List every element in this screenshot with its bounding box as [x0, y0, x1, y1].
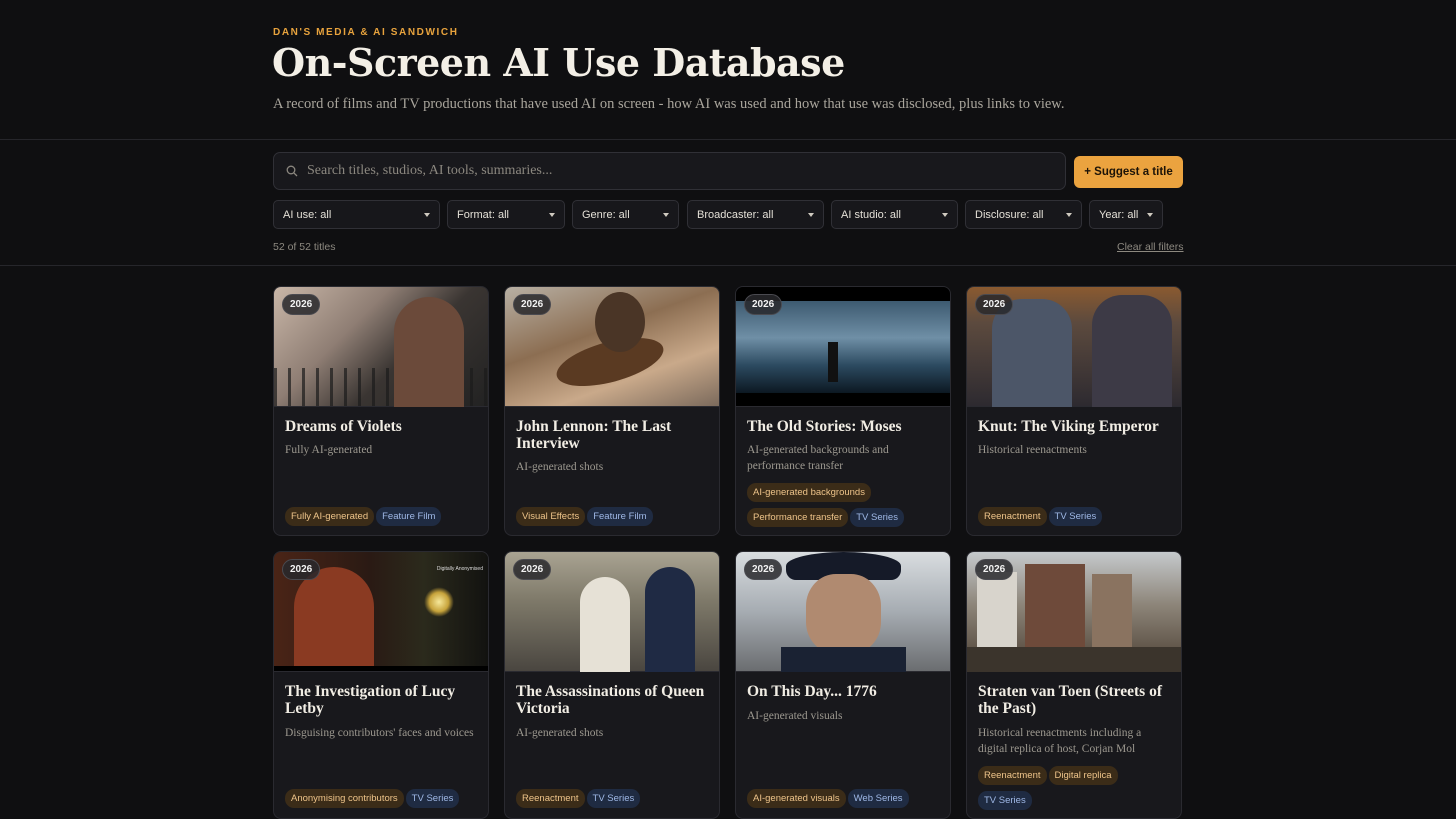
ai-use-tag[interactable]: Reenactment [978, 766, 1047, 785]
thumbnail-image: 2026 [505, 287, 719, 407]
card-title: Straten van Toen (Streets of the Past) [978, 683, 1162, 717]
title-card[interactable]: 2026 The Old Stories: Moses AI-generated… [735, 286, 951, 536]
chevron-down-icon [663, 213, 669, 217]
filter-ai-use[interactable]: AI use: all [273, 200, 440, 229]
search-icon [286, 165, 298, 177]
year-badge: 2026 [282, 294, 321, 315]
filter-genre[interactable]: Genre: all [572, 200, 679, 229]
card-summary: AI-generated shots [516, 727, 604, 739]
card-title: John Lennon: The Last Interview [516, 418, 672, 452]
card-summary: Historical reenactments [978, 444, 1087, 456]
filter-label: AI use: all [283, 208, 332, 221]
card-summary: Disguising contributors' faces and voice… [285, 727, 474, 739]
card-tags: Reenactment Digital replica TV Series [978, 765, 1173, 815]
brand-label: DAN'S MEDIA & AI SANDWICH [273, 27, 459, 38]
ai-use-tag[interactable]: Anonymising contributors [285, 789, 404, 808]
format-tag[interactable]: Web Series [847, 789, 909, 808]
ai-use-tag[interactable]: Reenactment [516, 789, 585, 808]
card-summary: AI-generated shots [516, 461, 604, 473]
divider [0, 265, 1456, 266]
title-card[interactable]: 2026 The Assassinations of Queen Victori… [504, 551, 720, 819]
filter-label: Year: all [1099, 208, 1139, 221]
card-title: The Assassinations of Queen Victoria [516, 683, 705, 717]
ai-use-tag[interactable]: AI-generated visuals [747, 789, 846, 808]
filter-format[interactable]: Format: all [447, 200, 565, 229]
chevron-down-icon [1066, 213, 1072, 217]
chevron-down-icon [1147, 213, 1153, 217]
year-badge: 2026 [975, 294, 1014, 315]
thumbnail-image: 2026 [505, 552, 719, 672]
search-input[interactable] [307, 163, 1027, 179]
filter-label: Format: all [457, 208, 509, 221]
title-card[interactable]: Digitally Anonymised 2026 The Investigat… [273, 551, 489, 819]
thumbnail-image: 2026 [736, 552, 950, 672]
card-summary: Historical reenactments including a digi… [978, 727, 1142, 755]
card-tags: Fully AI-generated Feature Film [285, 506, 480, 531]
card-tags: AI-generated visuals Web Series [747, 788, 942, 813]
divider [0, 139, 1456, 140]
card-tags: Reenactment TV Series [516, 788, 711, 813]
card-summary: AI-generated visuals [747, 710, 843, 722]
format-tag[interactable]: Feature Film [587, 507, 653, 526]
ai-use-tag[interactable]: Visual Effects [516, 507, 586, 526]
ai-use-tag[interactable]: Performance transfer [747, 508, 849, 527]
format-tag[interactable]: Feature Film [376, 507, 442, 526]
filter-disclosure[interactable]: Disclosure: all [965, 200, 1082, 229]
thumbnail-image: 2026 [736, 287, 950, 407]
page-subtitle: A record of films and TV productions tha… [273, 96, 1065, 112]
year-badge: 2026 [975, 559, 1014, 580]
format-tag[interactable]: TV Series [586, 789, 641, 808]
thumbnail-image: Digitally Anonymised 2026 [274, 552, 488, 672]
ai-use-tag[interactable]: AI-generated backgrounds [747, 483, 871, 502]
suggest-title-button[interactable]: + Suggest a title [1074, 156, 1183, 188]
card-title: On This Day... 1776 [747, 683, 877, 700]
chevron-down-icon [424, 213, 430, 217]
year-badge: 2026 [282, 559, 321, 580]
year-badge: 2026 [513, 294, 552, 315]
card-title: Knut: The Viking Emperor [978, 418, 1159, 435]
thumbnail-image: 2026 [274, 287, 488, 407]
ai-use-tag[interactable]: Reenactment [978, 507, 1047, 526]
format-tag[interactable]: TV Series [405, 789, 460, 808]
chevron-down-icon [942, 213, 948, 217]
filter-year[interactable]: Year: all [1089, 200, 1163, 229]
card-title: The Old Stories: Moses [747, 418, 902, 435]
results-count: 52 of 52 titles [273, 241, 336, 253]
title-card[interactable]: 2026 Straten van Toen (Streets of the Pa… [966, 551, 1182, 819]
card-tags: Reenactment TV Series [978, 506, 1173, 531]
title-card[interactable]: 2026 John Lennon: The Last Interview AI-… [504, 286, 720, 536]
title-card[interactable]: 2026 Dreams of Violets Fully AI-generate… [273, 286, 489, 536]
thumbnail-caption: Digitally Anonymised [436, 566, 483, 572]
card-tags: Anonymising contributors TV Series [285, 788, 480, 813]
card-summary: Fully AI-generated [285, 444, 373, 456]
ai-use-tag[interactable]: Digital replica [1048, 766, 1118, 785]
clear-filters-link[interactable]: Clear all filters [1117, 241, 1184, 253]
thumbnail-image: 2026 [967, 552, 1181, 672]
card-tags: Visual Effects Feature Film [516, 506, 711, 531]
format-tag[interactable]: TV Series [1048, 507, 1103, 526]
year-badge: 2026 [744, 294, 783, 315]
filter-label: Disclosure: all [975, 208, 1044, 221]
year-badge: 2026 [513, 559, 552, 580]
card-title: The Investigation of Lucy Letby [285, 683, 456, 717]
thumbnail-image: 2026 [967, 287, 1181, 407]
ai-use-tag[interactable]: Fully AI-generated [285, 507, 375, 526]
title-card[interactable]: 2026 On This Day... 1776 AI-generated vi… [735, 551, 951, 819]
format-tag[interactable]: TV Series [978, 791, 1032, 810]
card-title: Dreams of Violets [285, 418, 402, 435]
year-badge: 2026 [744, 559, 783, 580]
filter-label: Broadcaster: all [697, 208, 774, 221]
chevron-down-icon [549, 213, 555, 217]
filter-broadcaster[interactable]: Broadcaster: all [687, 200, 824, 229]
filter-label: Genre: all [582, 208, 630, 221]
card-tags: AI-generated backgrounds Performance tran… [747, 482, 942, 532]
chevron-down-icon [808, 213, 814, 217]
filter-label: AI studio: all [841, 208, 901, 221]
format-tag[interactable]: TV Series [850, 508, 904, 527]
card-summary: AI-generated backgrounds and performance… [747, 444, 889, 472]
search-box[interactable] [273, 152, 1066, 190]
filter-ai-studio[interactable]: AI studio: all [831, 200, 958, 229]
title-card[interactable]: 2026 Knut: The Viking Emperor Historical… [966, 286, 1182, 536]
page-title: On-Screen AI Use Database [272, 40, 845, 85]
